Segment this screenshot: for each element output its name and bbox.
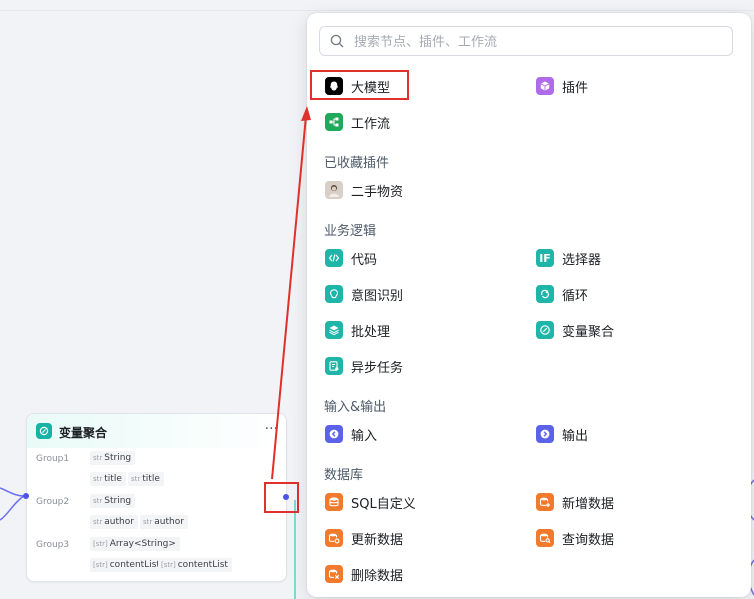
aggregate-icon — [536, 321, 554, 339]
selector-icon: IF — [536, 249, 554, 267]
db-sql-icon — [325, 493, 343, 511]
aggregate-icon — [36, 423, 52, 439]
search-box[interactable] — [319, 26, 733, 56]
node-item-intent[interactable]: 意图识别 — [325, 282, 403, 306]
node-item-selector[interactable]: IF 选择器 — [536, 246, 601, 270]
db-update-icon — [325, 529, 343, 547]
node-item-db-add[interactable]: 新增数据 — [536, 490, 614, 514]
node-item-code[interactable]: 代码 — [325, 246, 377, 270]
workflow-icon — [325, 113, 343, 131]
loop-icon — [536, 285, 554, 303]
section-favorites-title: 已收藏插件 — [324, 156, 390, 171]
node-item-aggregate[interactable]: 变量聚合 — [536, 318, 614, 342]
canvas-top-divider — [0, 10, 754, 11]
node-item-loop[interactable]: 循环 — [536, 282, 588, 306]
input-port[interactable] — [23, 493, 29, 499]
group-type-chip: str String — [90, 451, 136, 465]
add-node-popover: 大模型 插件 工作流 已收藏插件 二手物资 业务逻辑 代码 IF 选择器 — [307, 13, 751, 597]
node-title: 变量聚合 — [59, 426, 108, 440]
group-type-chip: [str] Array<String> — [90, 537, 180, 551]
node-item-sql[interactable]: SQL自定义 — [325, 490, 416, 514]
variable-chip: [str] contentList — [158, 558, 232, 572]
avatar-icon — [325, 181, 343, 199]
db-delete-icon — [325, 565, 343, 583]
db-add-icon — [536, 493, 554, 511]
node-item-plugin[interactable]: 插件 — [536, 74, 588, 98]
edge-line — [294, 500, 296, 599]
variable-chip: str author — [90, 515, 138, 529]
group-label: Group1 — [36, 454, 70, 464]
variable-aggregate-node[interactable]: 变量聚合 ··· Group1 str String str title str ti… — [26, 413, 287, 582]
variable-chip: str title — [128, 472, 164, 486]
group-type-chip: str String — [90, 494, 136, 508]
node-item-output[interactable]: 输出 — [536, 422, 588, 446]
variable-chip: str author — [140, 515, 188, 529]
node-item-db-delete[interactable]: 删除数据 — [325, 562, 403, 586]
node-item-batch[interactable]: 批处理 — [325, 318, 390, 342]
input-icon — [325, 425, 343, 443]
code-icon — [325, 249, 343, 267]
node-item-async[interactable]: 异步任务 — [325, 354, 403, 378]
node-item-workflow[interactable]: 工作流 — [325, 110, 390, 134]
node-item-db-update[interactable]: 更新数据 — [325, 526, 403, 550]
section-logic-title: 业务逻辑 — [324, 224, 377, 239]
variable-chip: [str] contentList — [90, 558, 164, 572]
variable-chip: str title — [90, 472, 126, 486]
group-label: Group3 — [36, 540, 70, 550]
llm-item-highlight — [310, 70, 409, 100]
search-input[interactable] — [352, 32, 726, 52]
section-database-title: 数据库 — [324, 468, 364, 483]
output-icon — [536, 425, 554, 443]
node-item-input[interactable]: 输入 — [325, 422, 377, 446]
node-item-db-query[interactable]: 查询数据 — [536, 526, 614, 550]
batch-icon — [325, 321, 343, 339]
plugin-cube-icon — [536, 77, 554, 95]
node-item-favorite-plugin[interactable]: 二手物资 — [325, 178, 403, 202]
async-icon — [325, 357, 343, 375]
output-port-highlight — [264, 482, 299, 513]
db-query-icon — [536, 529, 554, 547]
group-label: Group2 — [36, 497, 70, 507]
intent-icon — [325, 285, 343, 303]
search-icon — [330, 34, 344, 48]
section-io-title: 输入&输出 — [324, 400, 387, 415]
more-icon[interactable]: ··· — [265, 421, 278, 437]
